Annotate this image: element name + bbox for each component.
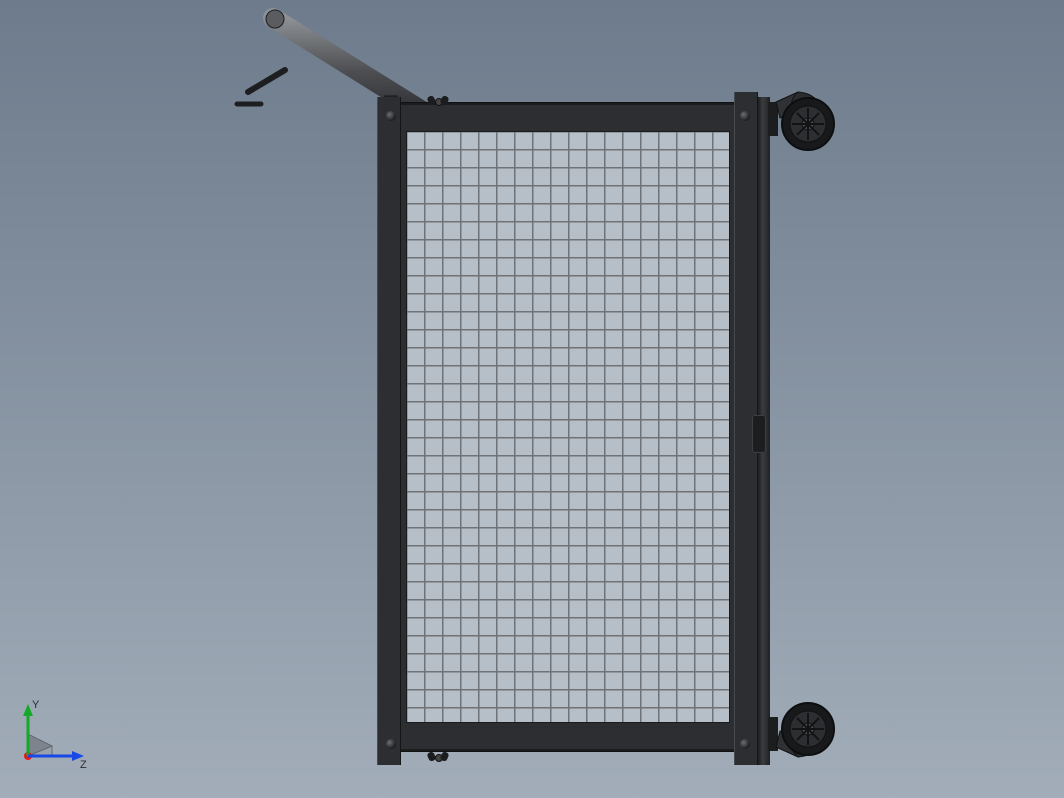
axis-z-label: Z	[80, 759, 87, 771]
frame-bolt	[740, 111, 750, 121]
frame-bolt	[740, 739, 750, 749]
caster-wheel-bottom	[768, 689, 838, 775]
upright-left	[377, 97, 401, 765]
model-root[interactable]	[378, 77, 838, 777]
view-triad[interactable]: Y Z	[18, 694, 108, 774]
frame-bolt	[386, 111, 396, 121]
side-latch	[752, 415, 766, 453]
caster-wheel-top	[768, 72, 838, 158]
cad-viewport[interactable]: Y Z	[0, 0, 1064, 798]
wingnut-top	[428, 96, 448, 106]
wingnut-bottom	[428, 752, 448, 762]
frame-bolt	[386, 739, 396, 749]
wire-mesh	[406, 131, 730, 723]
axis-y-label: Y	[32, 699, 40, 711]
cage-frame	[378, 103, 758, 751]
